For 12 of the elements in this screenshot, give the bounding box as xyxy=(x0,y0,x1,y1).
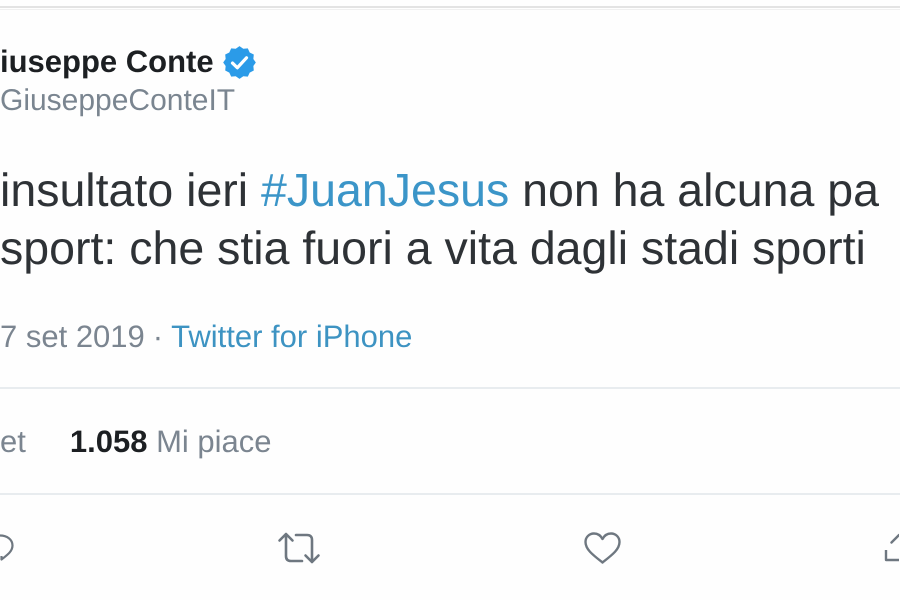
looped-arrows-icon[interactable] xyxy=(277,531,321,565)
author-name[interactable]: iuseppe Conte xyxy=(0,45,214,79)
speech-bubble-icon[interactable] xyxy=(0,533,14,563)
tweet-text: insultato ieri #JuanJesus non ha alcuna pa sport: che stia fuori a vita dagli stadi sporti xyxy=(0,163,879,276)
timestamp[interactable]: 7 set 2019 xyxy=(0,320,145,354)
author-handle[interactable]: GiuseppeConteIT xyxy=(0,85,236,117)
stat-link[interactable]: 1.058 Mi piace xyxy=(70,425,272,459)
stat-link[interactable]: et xyxy=(0,425,26,459)
hashtag-link[interactable]: #JuanJesus xyxy=(261,164,510,216)
source-link[interactable]: Twitter for iPhone xyxy=(171,320,412,354)
heart-icon[interactable] xyxy=(584,532,621,564)
separator-dot: · xyxy=(152,320,164,354)
